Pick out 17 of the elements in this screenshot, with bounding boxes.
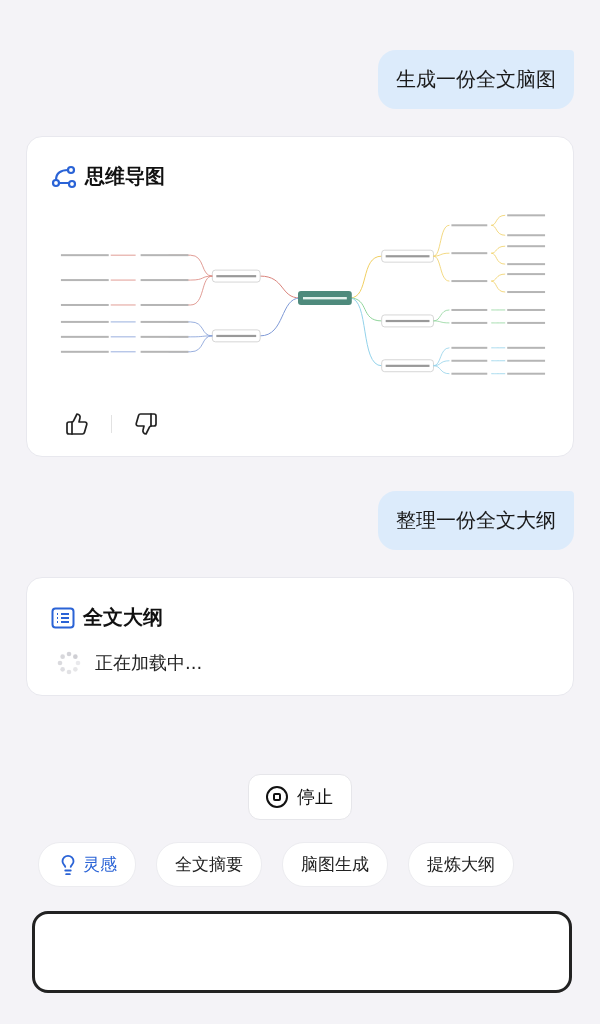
suggestion-chip[interactable]: 脑图生成 <box>282 842 388 887</box>
stop-button[interactable]: 停止 <box>248 774 352 820</box>
thumbs-up-icon[interactable] <box>65 412 89 436</box>
suggestion-chip[interactable]: 全文摘要 <box>156 842 262 887</box>
card-title: 思维导图 <box>85 163 165 190</box>
thumbs-down-icon[interactable] <box>134 412 158 436</box>
loading-text: 正在加载中... <box>95 651 203 675</box>
user-message: 整理一份全文大纲 <box>378 491 574 550</box>
suggestion-chip[interactable]: 提炼大纲 <box>408 842 514 887</box>
list-icon <box>51 606 75 629</box>
stop-icon <box>265 785 289 809</box>
input-field[interactable] <box>32 911 572 993</box>
mindmap-icon <box>51 164 77 189</box>
loading-spinner-icon <box>57 651 81 675</box>
suggestion-chip[interactable]: 灵感 <box>38 842 136 887</box>
card-title: 全文大纲 <box>83 604 163 631</box>
user-message: 生成一份全文脑图 <box>378 50 574 109</box>
